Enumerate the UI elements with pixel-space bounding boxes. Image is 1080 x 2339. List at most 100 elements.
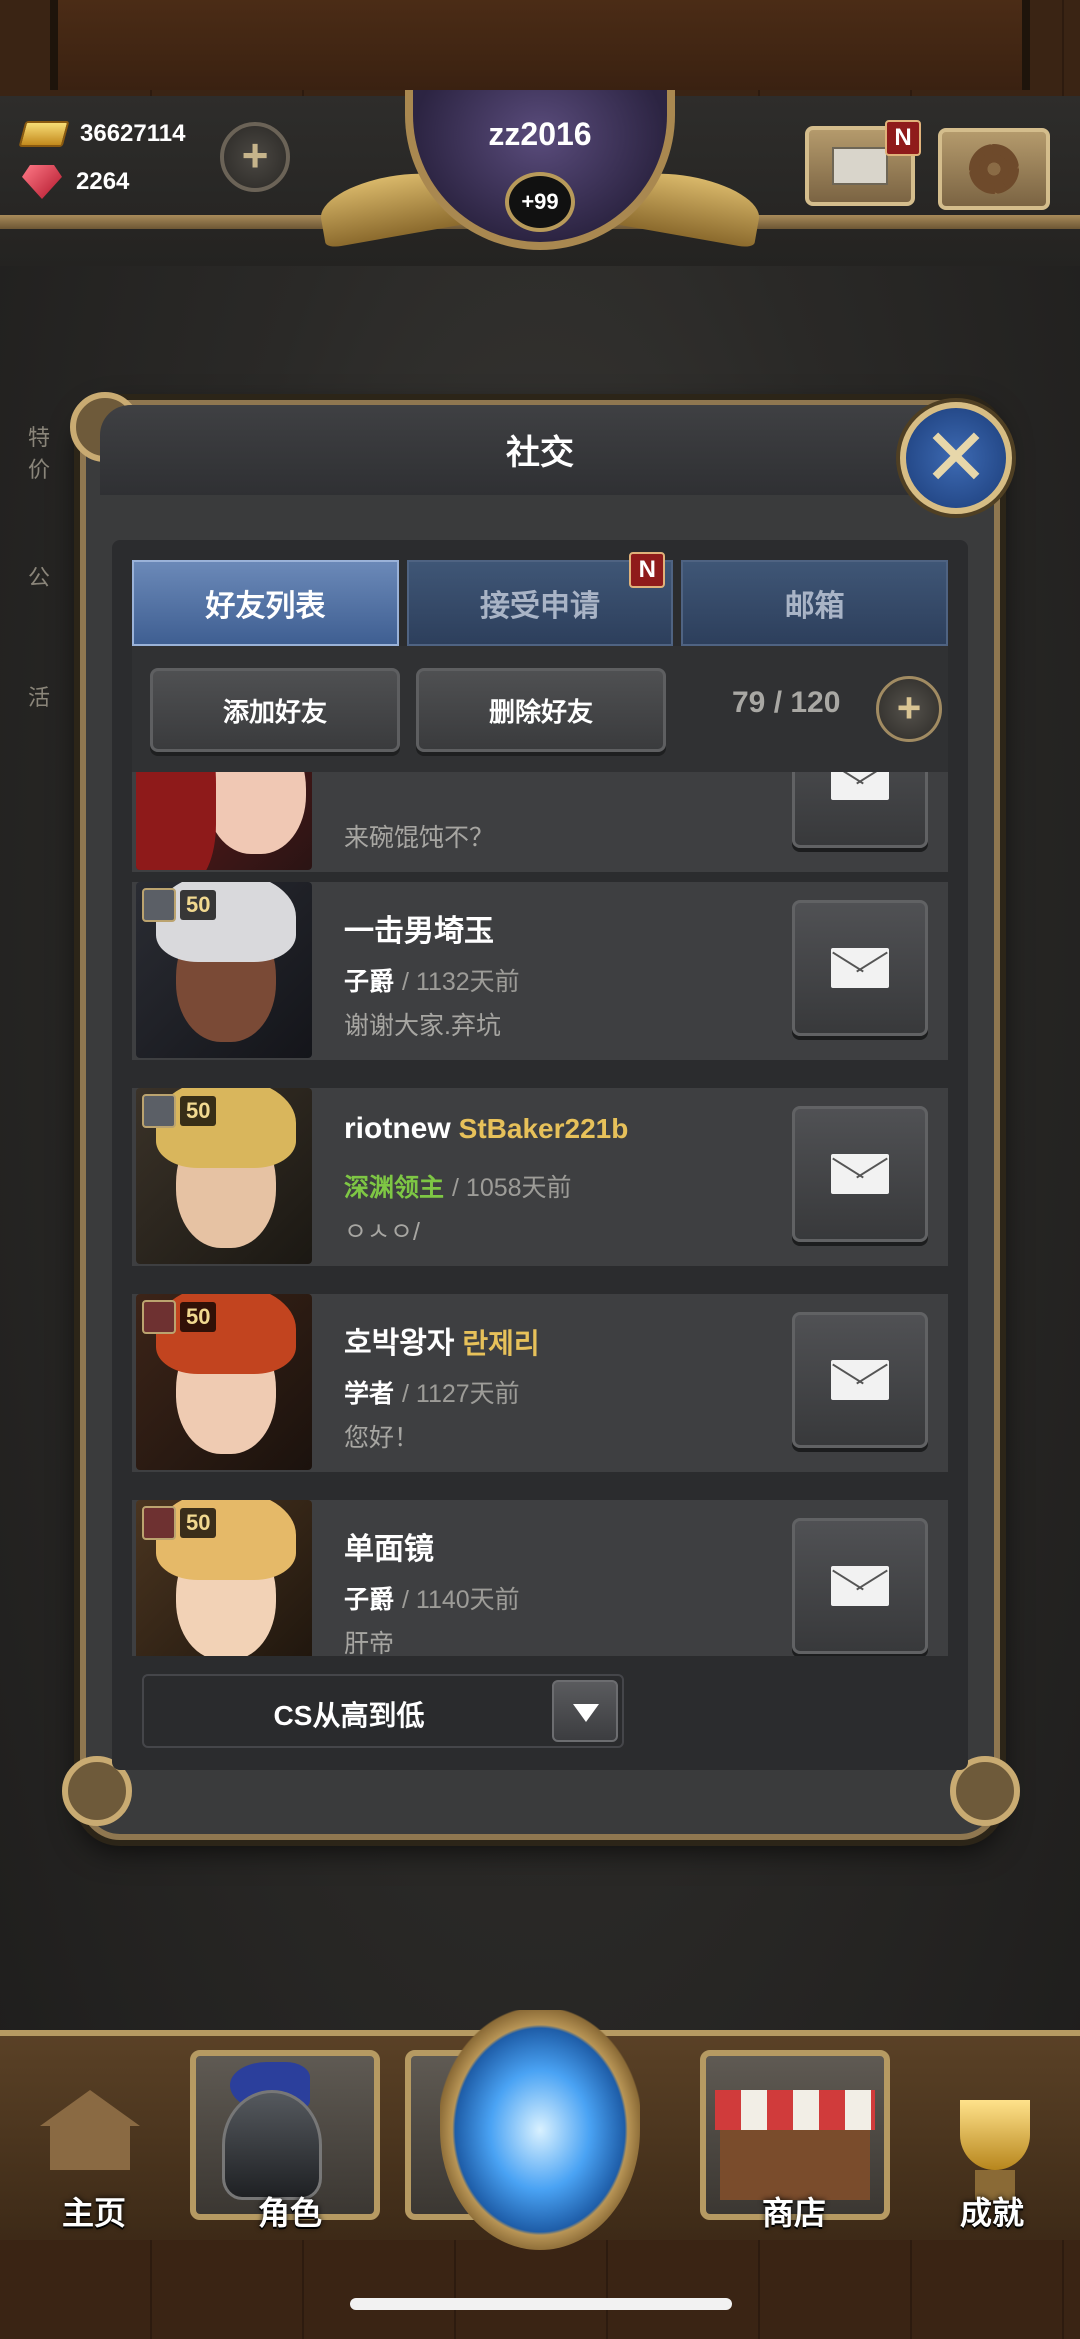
remove-friend-button[interactable]: 删除好友 (416, 668, 666, 752)
friend-avatar: 50 (136, 1294, 312, 1470)
friend-rank: 子爵 (344, 968, 395, 996)
friend-name: 一击男埼玉 (344, 915, 494, 948)
friend-level-badge: 50 (142, 1300, 217, 1334)
friend-message: 肝帝 (344, 1630, 395, 1656)
player-name: zz2016 (488, 116, 592, 152)
friend-level: 50 (180, 890, 217, 920)
friend-level: 50 (180, 1096, 217, 1126)
bottom-wood-floor (0, 2240, 1080, 2339)
add-friend-button[interactable]: 添加好友 (150, 668, 400, 752)
friend-row[interactable]: 50 单面镜 子爵/ 1140天前 肝帝 (132, 1500, 948, 1656)
home-indicator[interactable] (350, 2298, 732, 2310)
friend-rank: 子爵 (344, 1586, 395, 1614)
side-menu: 特价 公 活 (0, 425, 70, 1050)
requests-new-badge: N (629, 552, 666, 588)
friend-level: 50 (180, 1508, 217, 1538)
friend-title-line: 深渊领主/ 1058天前 (344, 1174, 572, 1202)
gold-bar-icon (18, 121, 70, 147)
send-mail-button[interactable] (792, 772, 928, 848)
side-menu-item-2[interactable]: 公 (28, 560, 50, 592)
friend-message: ㅇㅅㅇ/ (344, 1218, 420, 1246)
friend-title-line: 子爵/ 1140天前 (344, 1586, 520, 1614)
send-mail-button[interactable] (792, 1518, 928, 1654)
friend-row[interactable]: 50 호박왕자 란제리 学者/ 1127天前 您好！ (132, 1294, 948, 1474)
nav-shop-label: 商店 (761, 2195, 826, 2231)
tab-friend-requests[interactable]: 接受申请 N (406, 552, 674, 646)
gem-display: 2264 (22, 165, 129, 199)
friend-name-line: 호박왕자 란제리 (344, 1318, 540, 1362)
shield-class-icon (142, 1094, 176, 1128)
gold-amount: 36627114 (80, 120, 186, 147)
tab-mailbox[interactable]: 邮箱 (681, 560, 949, 646)
mail-icon (832, 147, 888, 185)
side-menu-item-3[interactable]: 活 (28, 680, 50, 712)
tab-label: 好友列表 (205, 590, 326, 623)
friend-message: 来碗馄饨不？ (344, 824, 495, 852)
gold-display: 36627114 (18, 120, 186, 148)
envelope-icon (831, 1566, 889, 1606)
friend-guild: StBaker221b (458, 1113, 629, 1144)
settings-button[interactable] (938, 128, 1050, 210)
friend-rank: 深渊领主 (344, 1174, 445, 1202)
close-icon: ✕ (922, 413, 990, 502)
close-button[interactable]: ✕ (900, 402, 1012, 514)
sort-dropdown-label: CS从高到低 (273, 1700, 425, 1731)
friend-last-login: 1140天前 (415, 1586, 520, 1614)
friend-guild: 란제리 (462, 1328, 540, 1359)
mail-button[interactable]: N (805, 120, 921, 206)
knight-helmet-icon (222, 2090, 322, 2200)
friend-level-badge: 50 (142, 1094, 217, 1128)
friend-count: 79 / 120 (732, 686, 841, 719)
friend-avatar: 50 (136, 1088, 312, 1264)
friend-level-badge: 50 (142, 1506, 217, 1540)
player-level-badge: +99 (505, 172, 575, 232)
friend-name: 호박왕자 (344, 1327, 455, 1360)
gem-amount: 2264 (76, 168, 130, 195)
friend-list[interactable]: 来碗馄饨不？ 50 一击男埼玉 子爵/ 1132天前 谢谢大家.弃坑 50 ri… (132, 772, 948, 1656)
friend-name: riotnew (344, 1112, 451, 1145)
friend-message: 您好！ (344, 1424, 420, 1452)
friend-name-line: 单面镜 (344, 1524, 434, 1568)
shield-class-icon (142, 888, 176, 922)
friend-last-login: 1127天前 (415, 1380, 520, 1408)
sword-class-icon (142, 1300, 176, 1334)
trophy-icon (960, 2100, 1030, 2170)
friend-toolbar: 添加好友 删除好友 79 / 120 + (132, 646, 948, 772)
expand-friend-slots-button[interactable]: + (876, 676, 942, 742)
send-mail-button[interactable] (792, 1106, 928, 1242)
nav-character-label: 角色 (257, 2195, 322, 2231)
envelope-icon (831, 1360, 889, 1400)
friend-name: 单面镜 (344, 1533, 434, 1566)
send-mail-button[interactable] (792, 1312, 928, 1448)
ruby-gem-icon (22, 165, 62, 199)
friend-row[interactable]: 50 一击男埼玉 子爵/ 1132天前 谢谢大家.弃坑 (132, 882, 948, 1062)
friend-name-line: 一击男埼玉 (344, 906, 494, 950)
friend-name-line: riotnew StBaker221b (344, 1112, 628, 1146)
friend-rank: 学者 (344, 1380, 395, 1408)
send-mail-button[interactable] (792, 900, 928, 1036)
envelope-icon (831, 1154, 889, 1194)
friend-last-login: 1058天前 (465, 1174, 572, 1202)
envelope-icon (831, 772, 889, 800)
friend-row[interactable]: 50 riotnew StBaker221b 深渊领主/ 1058天前 ㅇㅅㅇ/ (132, 1088, 948, 1268)
friend-message: 谢谢大家.弃坑 (344, 1012, 501, 1040)
friend-level-badge: 50 (142, 888, 217, 922)
tab-label: 接受申请 (480, 590, 600, 623)
friend-title-line: 子爵/ 1132天前 (344, 968, 520, 996)
nav-home-label: 主页 (61, 2195, 126, 2231)
buy-currency-button[interactable]: + (220, 122, 290, 192)
sort-dropdown[interactable]: CS从高到低 (142, 1674, 624, 1748)
portal-battle-icon[interactable] (440, 2010, 640, 2250)
chevron-down-icon[interactable] (552, 1680, 618, 1742)
sword-class-icon (142, 1506, 176, 1540)
envelope-icon (831, 948, 889, 988)
tab-label: 邮箱 (784, 590, 845, 623)
mail-new-badge: N (885, 120, 921, 156)
top-wood-frame (0, 0, 1080, 100)
friend-row[interactable]: 来碗馄饨不？ (132, 772, 948, 874)
tab-friend-list[interactable]: 好友列表 (132, 560, 399, 646)
nav-achievements-label: 成就 (959, 2195, 1024, 2231)
friend-level: 50 (180, 1302, 217, 1332)
friend-avatar: 50 (136, 1500, 312, 1656)
gear-icon (969, 144, 1019, 194)
